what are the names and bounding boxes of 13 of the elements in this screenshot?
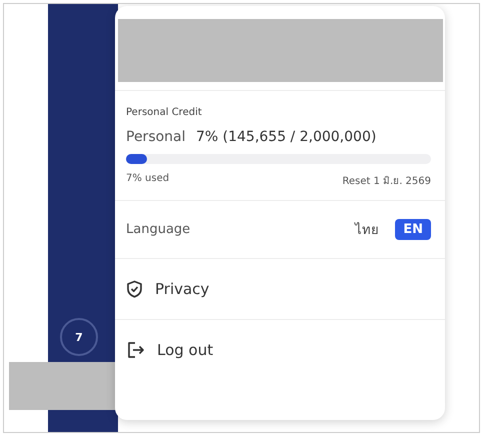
avatar-badge[interactable]: 7 (60, 318, 98, 356)
language-label: Language (126, 222, 190, 237)
reset-date: Reset 1 มิ.ย. 2569 (342, 175, 431, 188)
language-option[interactable]: EN (395, 219, 431, 240)
credit-summary: 7% (145,655 / 2,000,000) (196, 129, 376, 145)
section-heading: Personal Credit (126, 107, 203, 118)
menu-item[interactable]: Privacy (115, 258, 445, 319)
credit-label: Personal (126, 129, 186, 145)
logout-icon (126, 341, 145, 359)
menu-item[interactable]: Log out (115, 319, 445, 380)
language-option[interactable]: ไทย (347, 216, 388, 243)
shield-icon (126, 280, 143, 298)
usage-text: 7% used (126, 173, 170, 186)
